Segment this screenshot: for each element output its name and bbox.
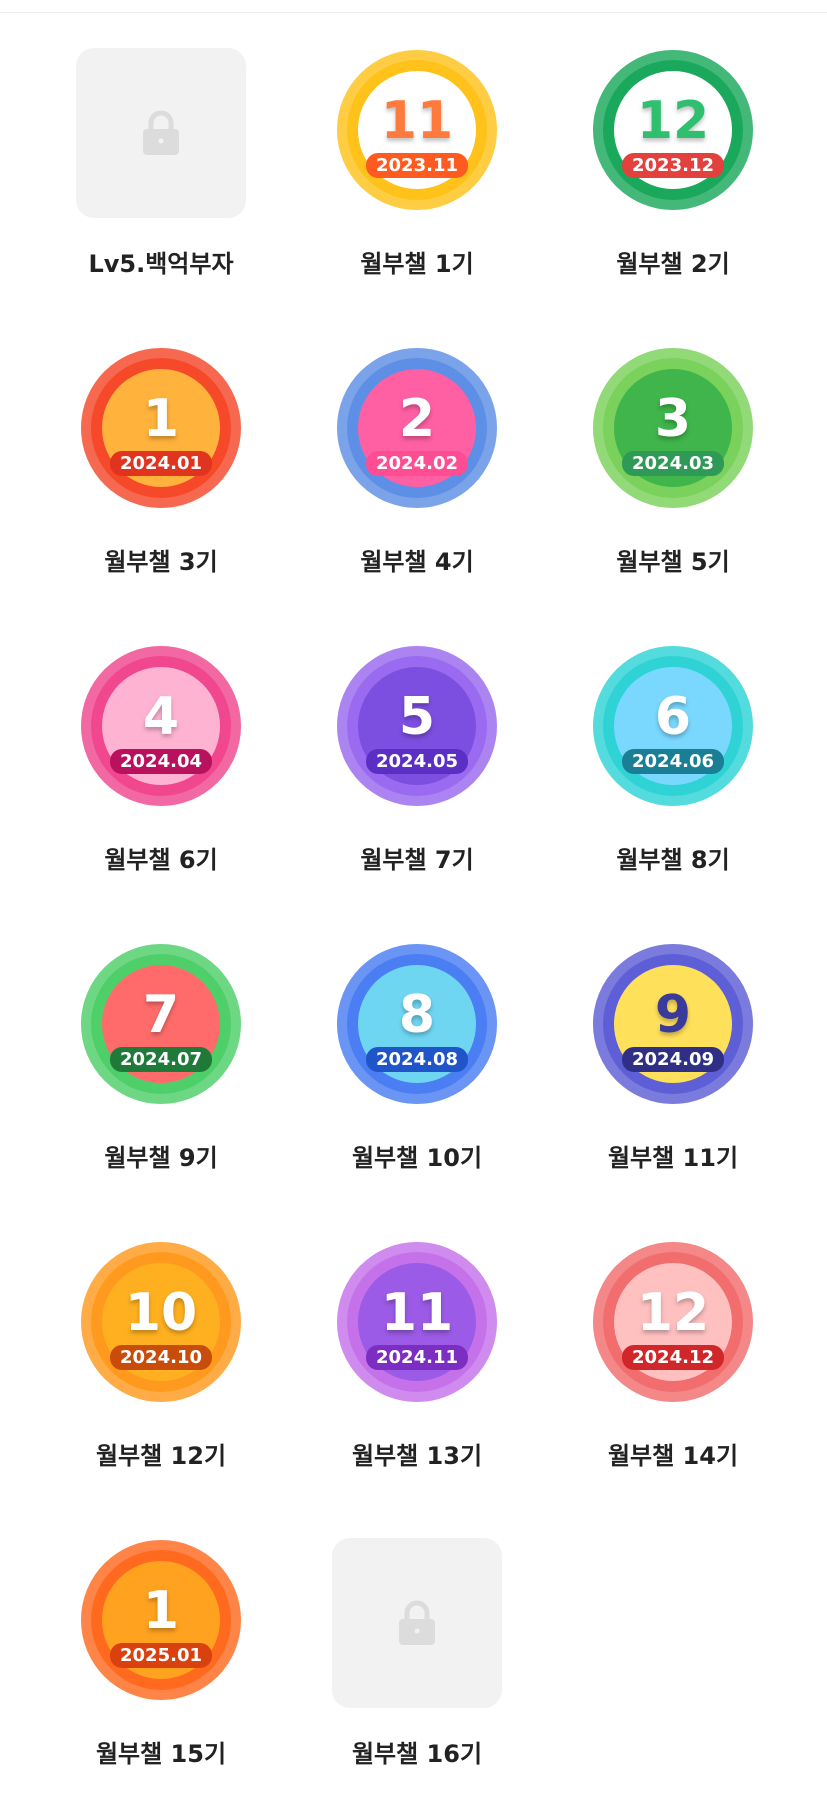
badge-date: 2024.12 (622, 1345, 724, 1370)
badge-medal: 1 2024.01 (81, 348, 241, 508)
badge-medal: 3 2024.03 (593, 348, 753, 508)
badge-label: 월부챌 5기 (616, 548, 730, 576)
badge-item[interactable]: 12 2024.12 월부챌 14기 (543, 1192, 803, 1470)
lock-icon (143, 110, 179, 155)
badge-label: 월부챌 16기 (351, 1740, 483, 1768)
badge-number: 10 (124, 1283, 198, 1343)
badge-item[interactable]: 6 2024.06 월부챌 8기 (543, 596, 803, 874)
badge-number: 6 (654, 687, 692, 747)
badge-item[interactable]: 1 2025.01 월부챌 15기 (31, 1490, 291, 1768)
badge-item[interactable]: 4 2024.04 월부챌 6기 (31, 596, 291, 874)
badge-item[interactable]: 11 2023.11 월부챌 1기 (287, 0, 547, 278)
badge-label: 월부챌 13기 (351, 1442, 483, 1470)
badge-date: 2023.11 (366, 153, 468, 178)
badge-medal: 8 2024.08 (337, 944, 497, 1104)
badge-item[interactable]: 9 2024.09 월부챌 11기 (543, 894, 803, 1172)
badge-date: 2024.06 (622, 749, 724, 774)
locked-badge-placeholder (76, 48, 246, 218)
badge-medal: 7 2024.07 (81, 944, 241, 1104)
badge-number: 1 (142, 389, 180, 449)
badge-medal: 2 2024.02 (337, 348, 497, 508)
lock-icon (399, 1600, 435, 1645)
badge-number: 11 (380, 91, 454, 151)
badge-date: 2024.09 (622, 1047, 724, 1072)
badge-item[interactable]: 3 2024.03 월부챌 5기 (543, 298, 803, 576)
badge-medal: 12 2024.12 (593, 1242, 753, 1402)
badge-number: 9 (654, 985, 692, 1045)
badge-label: 월부챌 8기 (616, 846, 730, 874)
badge-label: 월부챌 11기 (607, 1144, 739, 1172)
badge-medal: 1 2025.01 (81, 1540, 241, 1700)
badge-date: 2024.02 (366, 451, 468, 476)
badge-number: 12 (636, 91, 710, 151)
badge-medal: 11 2024.11 (337, 1242, 497, 1402)
badge-medal: 12 2023.12 (593, 50, 753, 210)
badge-item[interactable]: 8 2024.08 월부챌 10기 (287, 894, 547, 1172)
badge-date: 2024.03 (622, 451, 724, 476)
badge-date: 2024.01 (110, 451, 212, 476)
badge-number: 2 (398, 389, 436, 449)
badge-medal: 10 2024.10 (81, 1242, 241, 1402)
badge-date: 2024.07 (110, 1047, 212, 1072)
badge-number: 4 (142, 687, 180, 747)
badge-medal: 5 2024.05 (337, 646, 497, 806)
badge-item[interactable]: 1 2024.01 월부챌 3기 (31, 298, 291, 576)
badge-item[interactable]: Lv5.백억부자 (31, 0, 291, 278)
badge-label: Lv5.백억부자 (88, 250, 234, 278)
badge-number: 7 (142, 985, 180, 1045)
badge-number: 5 (398, 687, 436, 747)
badge-label: 월부챌 3기 (104, 548, 218, 576)
badge-label: 월부챌 14기 (607, 1442, 739, 1470)
badge-number: 11 (380, 1283, 454, 1343)
badge-item[interactable]: 7 2024.07 월부챌 9기 (31, 894, 291, 1172)
badge-date: 2024.10 (110, 1345, 212, 1370)
badge-item[interactable]: 5 2024.05 월부챌 7기 (287, 596, 547, 874)
badge-medal: 11 2023.11 (337, 50, 497, 210)
badge-label: 월부챌 12기 (95, 1442, 227, 1470)
badge-number: 3 (654, 389, 692, 449)
badge-date: 2025.01 (110, 1643, 212, 1668)
badge-date: 2024.11 (366, 1345, 468, 1370)
badge-number: 12 (636, 1283, 710, 1343)
badge-label: 월부챌 15기 (95, 1740, 227, 1768)
badge-medal: 6 2024.06 (593, 646, 753, 806)
badge-label: 월부챌 4기 (360, 548, 474, 576)
badge-item[interactable]: 10 2024.10 월부챌 12기 (31, 1192, 291, 1470)
badge-item[interactable]: 2 2024.02 월부챌 4기 (287, 298, 547, 576)
badge-number: 8 (398, 985, 436, 1045)
badge-label: 월부챌 10기 (351, 1144, 483, 1172)
badge-medal: 4 2024.04 (81, 646, 241, 806)
badge-medal: 9 2024.09 (593, 944, 753, 1104)
badge-label: 월부챌 9기 (104, 1144, 218, 1172)
badge-label: 월부챌 2기 (616, 250, 730, 278)
badge-label: 월부챌 7기 (360, 846, 474, 874)
badge-item[interactable]: 12 2023.12 월부챌 2기 (543, 0, 803, 278)
badge-label: 월부챌 6기 (104, 846, 218, 874)
badge-item[interactable]: 11 2024.11 월부챌 13기 (287, 1192, 547, 1470)
badge-label: 월부챌 1기 (360, 250, 474, 278)
badge-date: 2024.08 (366, 1047, 468, 1072)
badge-item[interactable]: 월부챌 16기 (287, 1490, 547, 1768)
locked-badge-placeholder (332, 1538, 502, 1708)
badge-date: 2023.12 (622, 153, 724, 178)
badge-date: 2024.04 (110, 749, 212, 774)
badge-date: 2024.05 (366, 749, 468, 774)
badge-number: 1 (142, 1581, 180, 1641)
